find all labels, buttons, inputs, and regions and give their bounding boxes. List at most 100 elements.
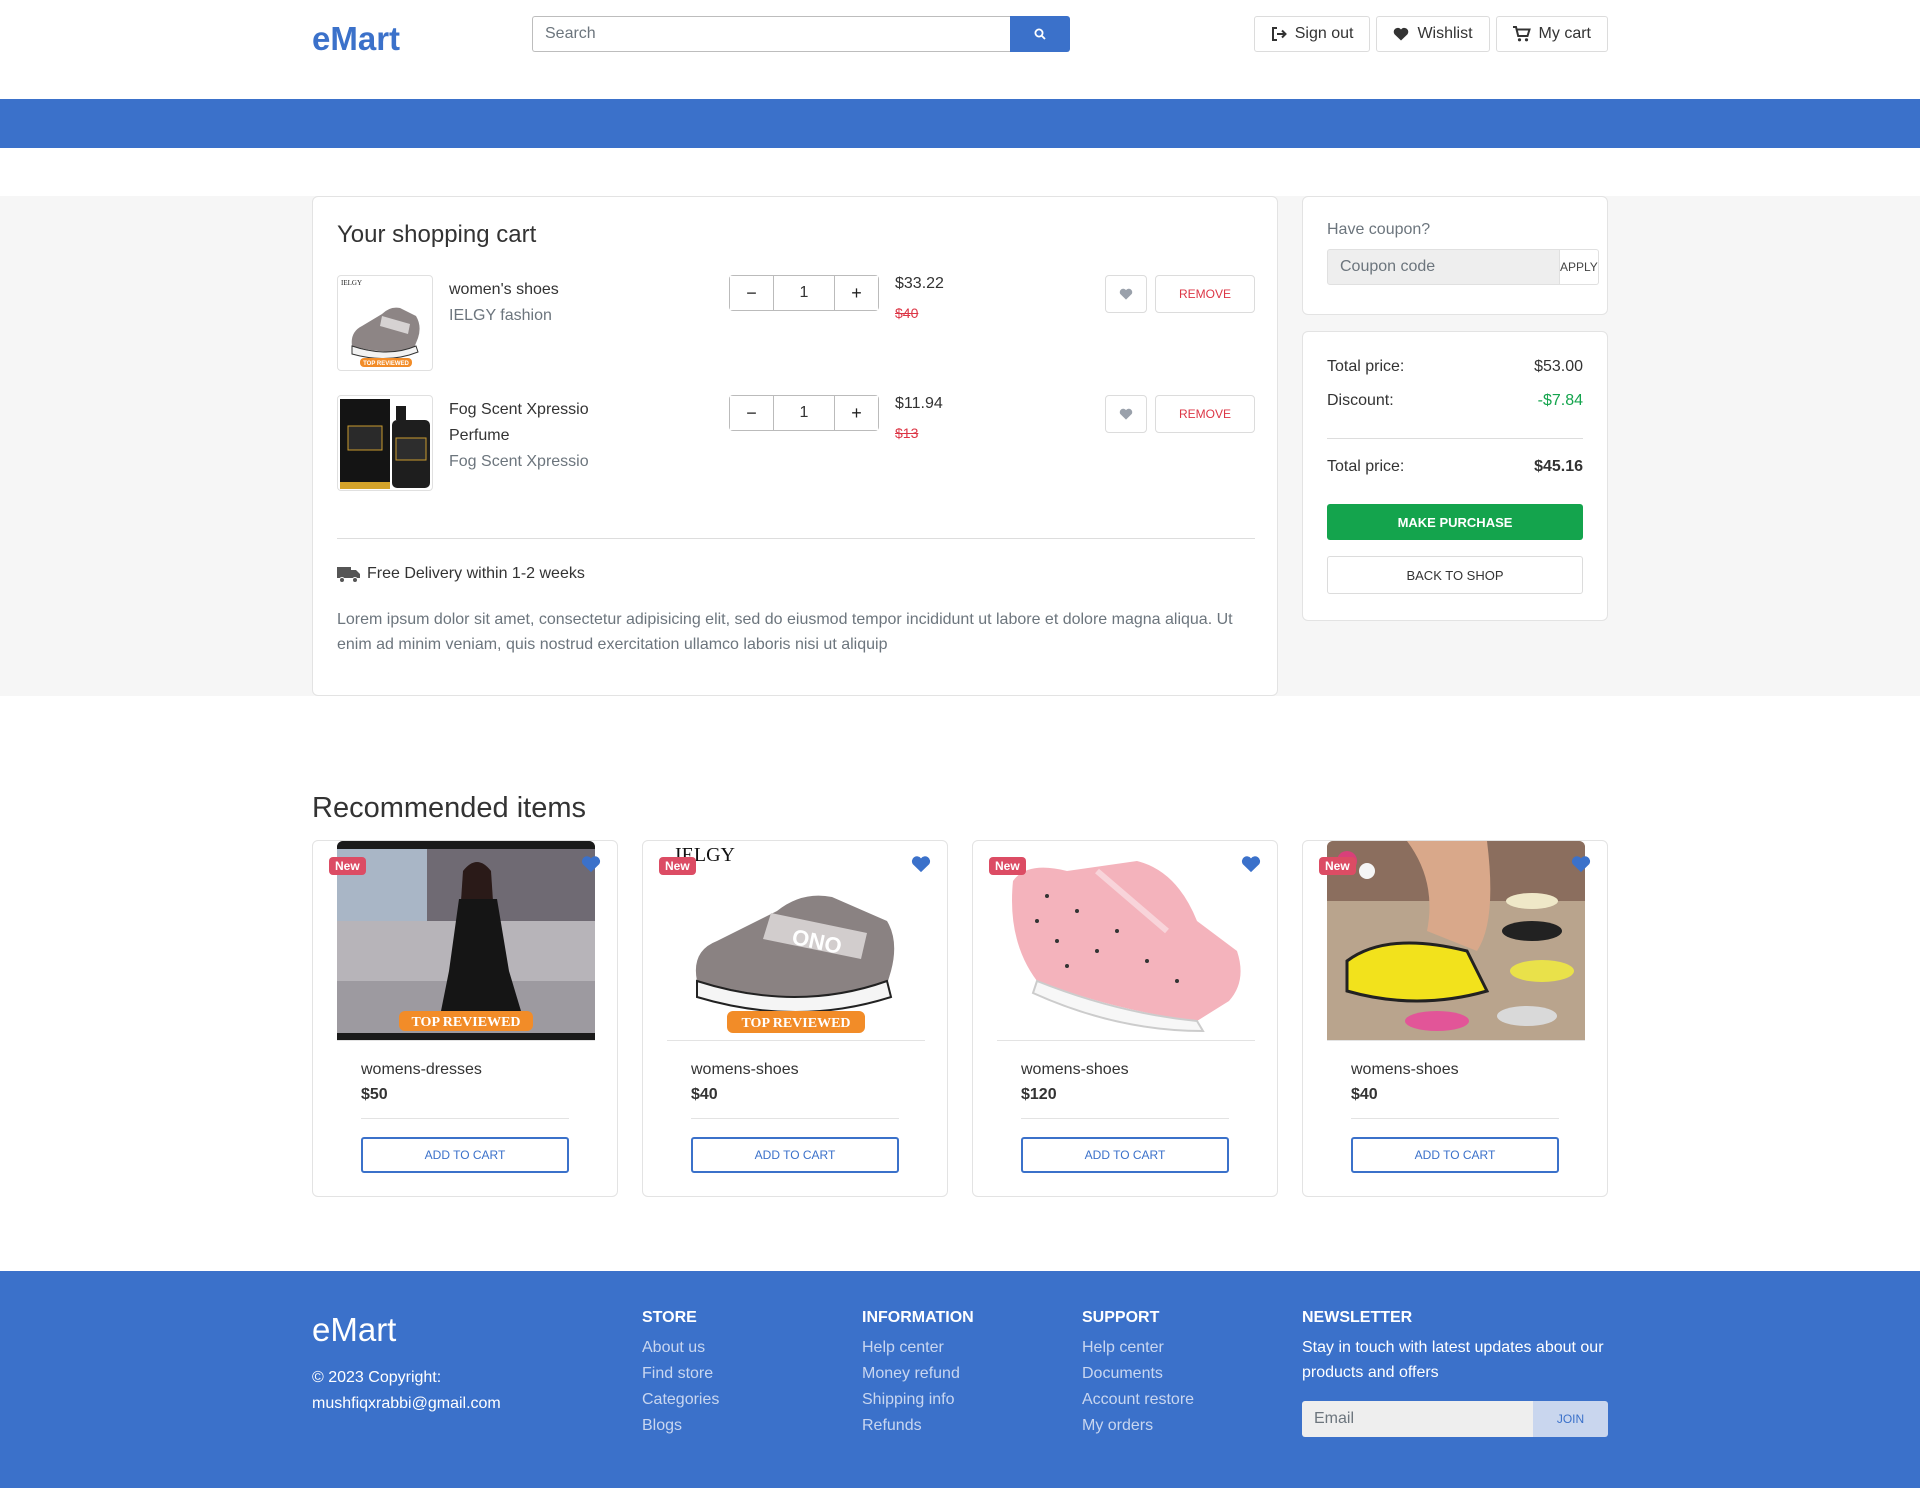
remove-button[interactable]: REMOVE [1155, 395, 1255, 433]
sign-out-label: Sign out [1294, 25, 1354, 42]
product-price: $40 [691, 1086, 718, 1103]
heart-icon [1119, 408, 1133, 420]
copyright-email: mushfiqxrabbi@gmail.com [312, 1395, 501, 1412]
top-reviewed-text: TOP REVIEWED [741, 1016, 850, 1031]
coupon-input[interactable] [1327, 249, 1560, 285]
my-cart-button[interactable]: My cart [1495, 16, 1608, 52]
decrement-button[interactable]: − [730, 396, 773, 430]
search-input[interactable] [532, 16, 1010, 52]
cart-icon [1512, 26, 1531, 42]
product-name[interactable]: womens-dresses [361, 1061, 482, 1079]
join-button[interactable]: JOIN [1533, 1401, 1608, 1437]
cart-item-old-price: $40 [895, 305, 919, 321]
footer-link-blogs[interactable]: Blogs [642, 1413, 719, 1439]
heart-icon[interactable] [1571, 855, 1591, 873]
product-image[interactable] [997, 841, 1255, 1041]
product-image[interactable]: IELGY ONO TOP REVIEWED [667, 841, 925, 1041]
total-price-row: Total price: $53.00 [1327, 358, 1583, 376]
add-to-cart-button[interactable]: ADD TO CART [361, 1137, 569, 1173]
footer-link-refunds[interactable]: Refunds [862, 1413, 974, 1439]
card-divider [691, 1118, 899, 1119]
product-card[interactable]: New womens-shoes $120 ADD TO CART [972, 840, 1278, 1197]
footer-logo[interactable]: eMart [312, 1311, 396, 1349]
add-to-wishlist-button[interactable] [1105, 395, 1147, 433]
product-card[interactable]: TOP REVIEWED New womens-dresses $50 ADD … [312, 840, 618, 1197]
site-logo[interactable]: eMart [312, 20, 400, 58]
product-thumbnail[interactable]: IELGY TOP REVIEWED [337, 275, 433, 371]
add-to-cart-button[interactable]: ADD TO CART [1351, 1137, 1559, 1173]
footer-link-help-center[interactable]: Help center [1082, 1335, 1194, 1361]
product-image[interactable]: TOP REVIEWED [337, 841, 595, 1041]
footer-copyright: © 2023 Copyright: mushfiqxrabbi@gmail.co… [312, 1365, 501, 1417]
make-purchase-button[interactable]: MAKE PURCHASE [1327, 504, 1583, 540]
discount-label: Discount: [1327, 392, 1394, 409]
add-to-cart-button[interactable]: ADD TO CART [1021, 1137, 1229, 1173]
cart-item-name[interactable]: women's shoes [449, 277, 629, 303]
product-price: $50 [361, 1086, 388, 1103]
summary-divider [1327, 438, 1583, 439]
order-summary: Total price: $53.00 Discount: -$7.84 Tot… [1302, 331, 1608, 621]
remove-button[interactable]: REMOVE [1155, 275, 1255, 313]
cart-item-price: $11.94 [895, 395, 943, 412]
product-name[interactable]: womens-shoes [1351, 1061, 1459, 1079]
apply-coupon-button[interactable]: APPLY [1560, 249, 1599, 285]
increment-button[interactable]: + [835, 276, 878, 310]
coupon-card: Have coupon? APPLY [1302, 196, 1608, 315]
footer-store-column: STORE About us Find store Categories Blo… [642, 1309, 719, 1439]
footer-link-about-us[interactable]: About us [642, 1335, 719, 1361]
top-reviewed-text: TOP REVIEWED [411, 1015, 520, 1030]
footer-link-my-orders[interactable]: My orders [1082, 1413, 1194, 1439]
footer-link-categories[interactable]: Categories [642, 1387, 719, 1413]
search-button[interactable] [1010, 16, 1070, 52]
order-sidebar: Have coupon? APPLY Total price: $53.00 D… [1302, 196, 1608, 621]
footer-support-title: SUPPORT [1082, 1309, 1160, 1326]
copyright-text: © 2023 Copyright: [312, 1369, 442, 1386]
product-name[interactable]: womens-shoes [691, 1061, 799, 1079]
heart-icon[interactable] [911, 855, 931, 873]
add-to-wishlist-button[interactable] [1105, 275, 1147, 313]
newsletter: NEWSLETTER Stay in touch with latest upd… [1302, 1309, 1608, 1437]
thumb-brand-text: IELGY [341, 279, 362, 287]
product-price: $120 [1021, 1086, 1057, 1103]
newsletter-title: NEWSLETTER [1302, 1309, 1413, 1326]
heart-icon [1394, 27, 1409, 41]
decrement-button[interactable]: − [730, 276, 773, 310]
recommended-section: Recommended items TOP REVIEWED New women… [312, 792, 1608, 1202]
cart-item-info: Fog Scent Xpressio Perfume Fog Scent Xpr… [449, 397, 629, 475]
quantity-value[interactable]: 1 [773, 276, 835, 310]
cart-item-name[interactable]: Fog Scent Xpressio Perfume [449, 397, 629, 449]
footer-link-shipping-info[interactable]: Shipping info [862, 1387, 974, 1413]
recommended-grid: TOP REVIEWED New womens-dresses $50 ADD … [312, 840, 1608, 1197]
product-name[interactable]: womens-shoes [1021, 1061, 1129, 1079]
footer-link-documents[interactable]: Documents [1082, 1361, 1194, 1387]
card-divider [361, 1118, 569, 1119]
wishlist-button[interactable]: Wishlist [1376, 16, 1490, 52]
final-price-label: Total price: [1327, 458, 1405, 475]
increment-button[interactable]: + [835, 396, 878, 430]
product-card[interactable]: New womens-shoes $40 ADD TO CART [1302, 840, 1608, 1197]
quantity-stepper: − 1 + [729, 275, 879, 311]
heart-icon[interactable] [1241, 855, 1261, 873]
add-to-cart-button[interactable]: ADD TO CART [691, 1137, 899, 1173]
sign-out-button[interactable]: Sign out [1253, 16, 1371, 52]
footer-link-account-restore[interactable]: Account restore [1082, 1387, 1194, 1413]
new-badge: New [989, 857, 1026, 875]
thumb-top-reviewed-text: TOP REVIEWED [363, 361, 409, 367]
cart-title: Your shopping cart [337, 221, 537, 248]
quantity-value[interactable]: 1 [773, 396, 835, 430]
footer-link-help-center[interactable]: Help center [862, 1335, 974, 1361]
cart-item-old-price: $13 [895, 425, 919, 441]
my-cart-label: My cart [1538, 25, 1591, 42]
site-header: eMart Sign out Wishlist My cart [312, 0, 1608, 99]
footer-link-money-refund[interactable]: Money refund [862, 1361, 974, 1387]
product-thumbnail[interactable] [337, 395, 433, 491]
product-image[interactable] [1327, 841, 1585, 1041]
product-price: $40 [1351, 1086, 1378, 1103]
cart-item-price: $33.22 [895, 275, 944, 292]
product-card[interactable]: IELGY ONO TOP REVIEWED New womens-shoes … [642, 840, 948, 1197]
back-to-shop-button[interactable]: BACK TO SHOP [1327, 556, 1583, 594]
newsletter-email-input[interactable] [1302, 1401, 1533, 1437]
footer-link-find-store[interactable]: Find store [642, 1361, 719, 1387]
heart-icon[interactable] [581, 855, 601, 873]
new-badge: New [329, 857, 366, 875]
